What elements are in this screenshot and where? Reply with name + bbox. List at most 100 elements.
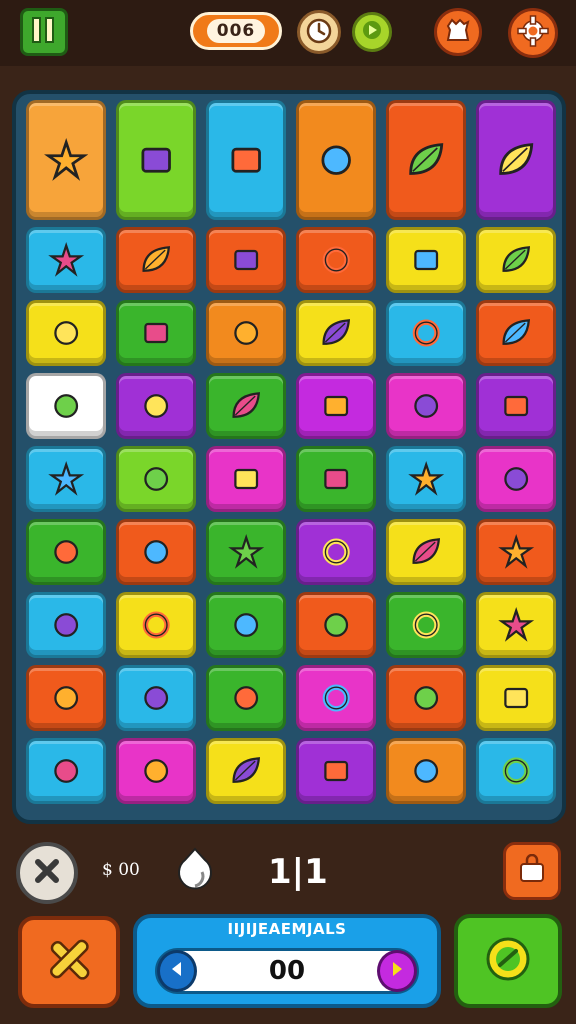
pause-button[interactable] [20,8,68,56]
tile-r3-c5[interactable] [386,300,466,366]
close-button[interactable] [16,842,78,904]
tile-r9-c2[interactable] [116,738,196,804]
character-button[interactable] [434,8,482,56]
tile-r7-c4[interactable] [296,592,376,658]
tile-r7-c3[interactable] [206,592,286,658]
next-button[interactable] [377,950,417,992]
tile-r7-c6[interactable] [476,592,556,658]
tile-r7-c1[interactable] [26,592,106,658]
panel-value: 00 [268,956,306,986]
tile-r9-c3[interactable] [206,738,286,804]
tile-r3-c2[interactable] [116,300,196,366]
carrot-icon [29,741,103,801]
tile-r2-c3[interactable] [206,227,286,293]
drop-button[interactable] [172,847,218,900]
tile-r9-c6[interactable] [476,738,556,804]
tile-r3-c1[interactable] [26,300,106,366]
tile-r7-c2[interactable] [116,592,196,658]
tile-r6-c5[interactable] [386,519,466,585]
tile-r5-c6[interactable] [476,446,556,512]
tile-r6-c4[interactable] [296,519,376,585]
tile-r5-c5[interactable] [386,446,466,512]
pause-icon [31,16,57,48]
panel-title: IIJIJEAEMJALS [227,920,347,938]
tile-r4-c5[interactable] [386,373,466,439]
move-counter: 1|1 [268,852,328,892]
shop-button[interactable] [503,842,561,900]
gear-tower-icon [119,103,193,217]
tile-r1-c4[interactable] [296,100,376,220]
ring-icon [299,522,373,582]
board-icon [299,449,373,509]
tile-r2-c6[interactable] [476,227,556,293]
tile-r8-c2[interactable] [116,665,196,731]
wand-icon [389,449,463,509]
tile-r3-c4[interactable] [296,300,376,366]
previous-button[interactable] [157,950,197,992]
refresh-icon [480,931,536,991]
tile-r9-c5[interactable] [386,738,466,804]
tile-r3-c3[interactable] [206,300,286,366]
arrow-right-icon [388,960,406,982]
leaf-shell-icon [389,103,463,217]
tile-r9-c1[interactable] [26,738,106,804]
tile-r8-c5[interactable] [386,665,466,731]
tile-r6-c1[interactable] [26,519,106,585]
vase-icon [299,376,373,436]
tile-r5-c1[interactable] [26,446,106,512]
sun-icon [479,522,553,582]
tile-r4-c3[interactable] [206,373,286,439]
settings-button[interactable] [508,8,558,58]
shell-icon [479,449,553,509]
tile-r1-c6[interactable] [476,100,556,220]
kite-icon [29,449,103,509]
confirm-button[interactable] [454,914,562,1008]
egg-icon [29,668,103,728]
timer-button[interactable] [297,10,341,54]
tile-r5-c4[interactable] [296,446,376,512]
tile-r9-c4[interactable] [296,738,376,804]
shell-icon [29,522,103,582]
tile-r2-c5[interactable] [386,227,466,293]
play-icon [361,19,383,45]
tools-button[interactable] [18,916,120,1008]
tile-r3-c6[interactable] [476,300,556,366]
character-icon [442,14,474,50]
tile-r7-c5[interactable] [386,592,466,658]
tile-r1-c1[interactable] [26,100,106,220]
tile-r5-c3[interactable] [206,446,286,512]
close-icon [33,857,61,889]
tile-r8-c1[interactable] [26,665,106,731]
tile-r1-c2[interactable] [116,100,196,220]
jar-icon [479,376,553,436]
lantern-icon [299,741,373,801]
score-value: 006 [206,19,266,43]
tile-r6-c3[interactable] [206,519,286,585]
brush-icon [119,741,193,801]
tile-r4-c2[interactable] [116,373,196,439]
score-display: 006 [190,12,282,50]
arrow-left-icon [168,960,186,982]
clover-icon [209,376,283,436]
tools-icon [39,930,99,994]
play-button[interactable] [352,12,392,52]
tile-r8-c6[interactable] [476,665,556,731]
apple-icon [209,595,283,655]
tile-r6-c2[interactable] [116,519,196,585]
tile-r1-c3[interactable] [206,100,286,220]
globe-icon [389,303,463,363]
tile-r6-c6[interactable] [476,519,556,585]
tile-r8-c3[interactable] [206,665,286,731]
building-icon [479,668,553,728]
ring-icon [299,230,373,290]
tile-r8-c4[interactable] [296,665,376,731]
tile-r2-c2[interactable] [116,227,196,293]
tile-r2-c4[interactable] [296,227,376,293]
tile-r4-c6[interactable] [476,373,556,439]
tile-r4-c1[interactable] [26,373,106,439]
tile-r5-c2[interactable] [116,446,196,512]
tile-r1-c5[interactable] [386,100,466,220]
tile-r4-c4[interactable] [296,373,376,439]
tile-r2-c1[interactable] [26,227,106,293]
game-board [12,90,566,824]
